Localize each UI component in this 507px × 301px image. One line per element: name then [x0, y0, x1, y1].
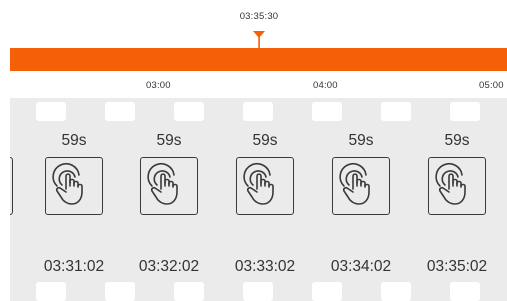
clip-thumbnail[interactable]: [332, 157, 390, 215]
clip-duration: 59s: [156, 132, 182, 149]
clip-duration: 59s: [444, 132, 470, 149]
clip-start-time: 03:33:02: [234, 258, 296, 275]
hand-tap-icon: [10, 159, 11, 213]
timeline-bar[interactable]: [10, 48, 507, 71]
clip-thumbnail[interactable]: [45, 157, 103, 215]
clip-start-time: 03:31:02: [43, 258, 105, 275]
clip-item[interactable]: 59s 03:33:02: [220, 98, 310, 301]
clip-duration: 59s: [348, 132, 374, 149]
clip-item[interactable]: 59s 03:32:02: [124, 98, 214, 301]
clip-duration: 59s: [252, 132, 278, 149]
clip-item[interactable]: 59s 03:34:02: [316, 98, 406, 301]
clip-duration: 59s: [61, 132, 87, 149]
clip-start-time: 03:34:02: [330, 258, 392, 275]
ruler-label: 03:00: [146, 80, 171, 91]
hand-tap-icon: [339, 162, 370, 205]
clip-thumbnail[interactable]: [140, 157, 198, 215]
hand-tap-icon: [147, 162, 178, 205]
hand-tap-icon: [435, 162, 466, 205]
ruler-label: 04:00: [313, 80, 338, 91]
clip-start-time: 03:32:02: [138, 258, 200, 275]
ruler-label: 05:00: [479, 80, 504, 91]
clip-thumbnail[interactable]: [428, 157, 486, 215]
clip-start-time: 2: [10, 258, 16, 276]
clip-start-time: 03:35:02: [426, 258, 488, 275]
playhead-time: 03:35:30: [239, 11, 279, 22]
hand-tap-icon: [52, 162, 83, 205]
hand-tap-icon: [243, 162, 274, 205]
clip-item[interactable]: 59s 03:35:02: [412, 98, 502, 301]
clip-thumbnail[interactable]: [10, 157, 13, 215]
clip-item[interactable]: 59s 03:31:02: [29, 98, 119, 301]
clip-thumbnail[interactable]: [236, 157, 294, 215]
filmstrip[interactable]: 2 59s 03:31:02 59s 03:32:02 59s 03:33:02…: [10, 98, 507, 301]
